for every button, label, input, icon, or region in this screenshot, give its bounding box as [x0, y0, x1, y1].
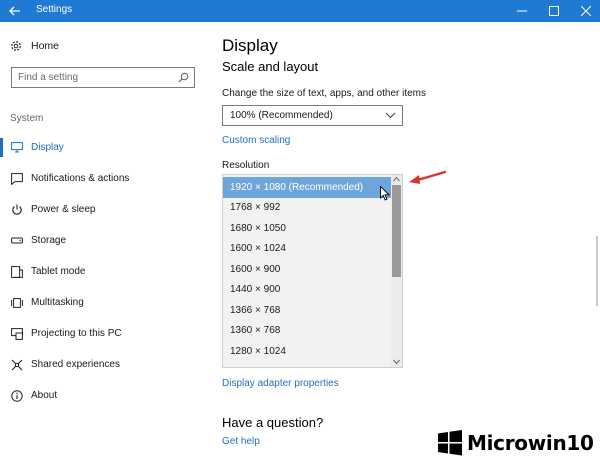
resolution-option-selected[interactable]: 1920 × 1080 (Recommended) — [223, 177, 392, 198]
sidebar-item-label: Projecting to this PC — [31, 328, 122, 339]
custom-scaling-link[interactable]: Custom scaling — [222, 135, 290, 146]
close-icon — [581, 6, 591, 16]
resolution-option[interactable]: 1768 × 992 — [223, 198, 392, 219]
back-arrow-icon — [9, 6, 20, 16]
scroll-thumb[interactable] — [392, 185, 401, 277]
resolution-listbox[interactable]: 1920 × 1080 (Recommended) 1768 × 992 168… — [222, 174, 403, 368]
close-button[interactable] — [570, 0, 600, 22]
scale-label: Change the size of text, apps, and other… — [222, 88, 427, 99]
resolution-option[interactable]: 1360 × 768 — [223, 321, 392, 342]
resolution-option[interactable]: 1366 × 768 — [223, 300, 392, 321]
minimize-button[interactable] — [506, 0, 538, 22]
home-nav-item[interactable]: Home — [10, 40, 59, 52]
section-title: Scale and layout — [222, 59, 319, 74]
watermark-text: Microwin10 — [467, 431, 594, 455]
resolution-option[interactable]: 1600 × 1024 — [223, 239, 392, 260]
sidebar-item-shared-experiences[interactable]: Shared experiences — [0, 349, 205, 380]
display-adapter-link[interactable]: Display adapter properties — [222, 378, 339, 389]
sidebar-nav: Display Notifications & actions Power & … — [0, 132, 205, 411]
scale-value: 100% (Recommended) — [230, 110, 333, 121]
title-bar: Settings — [0, 0, 600, 22]
scroll-down-icon[interactable] — [393, 359, 400, 365]
main-content: Display Scale and layout Change the size… — [222, 22, 600, 468]
tablet-icon — [11, 265, 23, 278]
resolution-option[interactable]: 1280 × 1024 — [223, 341, 392, 362]
annotation-arrow-icon — [409, 170, 447, 184]
mouse-pointer-icon — [380, 186, 390, 201]
resolution-option[interactable]: 1680 × 1050 — [223, 218, 392, 239]
multitasking-icon — [11, 297, 23, 308]
sidebar-item-label: Display — [31, 142, 64, 153]
section-label-system: System — [10, 113, 44, 124]
question-heading: Have a question? — [222, 415, 324, 430]
back-button[interactable] — [0, 0, 30, 22]
storage-icon — [11, 237, 23, 243]
resolution-option[interactable]: 1440 × 900 — [223, 280, 392, 301]
minimize-icon — [517, 10, 527, 12]
resolution-label: Resolution — [222, 160, 270, 171]
sidebar: Home System Display Notifications & acti… — [0, 22, 205, 468]
sidebar-item-label: Notifications & actions — [31, 173, 130, 184]
watermark: Microwin10 — [437, 430, 594, 456]
monitor-icon — [11, 142, 23, 153]
window-title: Settings — [36, 4, 73, 15]
sidebar-item-label: Storage — [31, 235, 67, 246]
chevron-down-icon — [385, 112, 396, 119]
notification-icon — [11, 172, 23, 185]
get-help-link[interactable]: Get help — [222, 436, 260, 447]
page-title: Display — [222, 36, 278, 55]
home-label: Home — [31, 40, 60, 52]
maximize-button[interactable] — [538, 0, 570, 22]
sidebar-item-label: Shared experiences — [31, 359, 120, 370]
sidebar-item-label: Tablet mode — [31, 266, 86, 277]
gear-icon — [11, 41, 21, 51]
resolution-option[interactable]: 1600 × 900 — [223, 259, 392, 280]
sidebar-item-display[interactable]: Display — [0, 132, 205, 163]
sidebar-item-power-sleep[interactable]: Power & sleep — [0, 194, 205, 225]
window-scrollbar[interactable] — [596, 236, 598, 306]
sidebar-item-tablet-mode[interactable]: Tablet mode — [0, 256, 205, 287]
list-scrollbar[interactable] — [391, 175, 402, 367]
sidebar-item-notifications[interactable]: Notifications & actions — [0, 163, 205, 194]
scroll-up-icon[interactable] — [393, 176, 400, 182]
sidebar-item-multitasking[interactable]: Multitasking — [0, 287, 205, 318]
sidebar-item-label: About — [31, 390, 58, 401]
scale-dropdown[interactable]: 100% (Recommended) — [222, 105, 403, 126]
sidebar-item-projecting[interactable]: Projecting to this PC — [0, 318, 205, 349]
search-input[interactable] — [12, 68, 172, 87]
sidebar-item-about[interactable]: About — [0, 380, 205, 411]
sidebar-item-storage[interactable]: Storage — [0, 225, 205, 256]
maximize-icon — [549, 6, 559, 16]
sidebar-item-label: Multitasking — [31, 297, 84, 308]
windows-logo-icon — [438, 430, 462, 456]
shared-icon — [11, 359, 23, 370]
search-icon[interactable] — [178, 72, 189, 83]
search-box — [11, 67, 195, 88]
sidebar-item-label: Power & sleep — [31, 204, 96, 215]
info-icon — [11, 389, 23, 402]
power-icon — [12, 204, 22, 215]
projecting-icon — [11, 327, 23, 340]
